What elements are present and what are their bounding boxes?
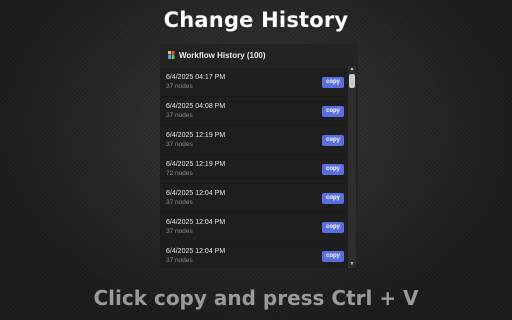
entry-date: 6/4/2025 12:04 PM bbox=[166, 219, 226, 226]
copy-button[interactable]: copy bbox=[322, 135, 344, 146]
entry-node-count: 37 nodes bbox=[166, 112, 193, 119]
entry-node-count: 72 nodes bbox=[166, 170, 193, 177]
panel-title: Workflow History (100) bbox=[179, 50, 266, 60]
history-entry: 6/4/2025 12:19 PM 37 nodes copy bbox=[160, 126, 348, 155]
panel-header: Workflow History (100) bbox=[160, 44, 358, 66]
instruction-caption: Click copy and press Ctrl + V bbox=[93, 286, 419, 310]
history-entry: 6/4/2025 12:04 PM 37 nodes copy bbox=[160, 184, 348, 213]
copy-button[interactable]: copy bbox=[322, 193, 344, 204]
entry-node-count: 37 nodes bbox=[166, 83, 193, 90]
entry-node-count: 37 nodes bbox=[166, 228, 193, 235]
entry-date: 6/4/2025 04:17 PM bbox=[166, 74, 226, 81]
entry-date: 6/4/2025 12:19 PM bbox=[166, 161, 226, 168]
entry-node-count: 37 nodes bbox=[166, 199, 193, 206]
scroll-down-arrow-icon[interactable]: ▼ bbox=[348, 261, 356, 268]
history-entry: 6/4/2025 04:17 PM 37 nodes copy bbox=[160, 68, 348, 97]
entry-node-count: 37 nodes bbox=[166, 141, 193, 148]
history-entry: 6/4/2025 12:04 PM 37 nodes copy bbox=[160, 242, 348, 268]
page-heading: Change History bbox=[163, 8, 349, 32]
entry-node-count: 37 nodes bbox=[166, 257, 193, 264]
history-entry: 6/4/2025 12:19 PM 72 nodes copy bbox=[160, 155, 348, 184]
copy-button[interactable]: copy bbox=[322, 222, 344, 233]
copy-button[interactable]: copy bbox=[322, 77, 344, 88]
entry-date: 6/4/2025 04:08 PM bbox=[166, 103, 226, 110]
copy-button[interactable]: copy bbox=[322, 106, 344, 117]
entry-date: 6/4/2025 12:04 PM bbox=[166, 190, 226, 197]
history-list: 6/4/2025 04:17 PM 37 nodes copy 6/4/2025… bbox=[160, 68, 348, 268]
history-entry: 6/4/2025 04:08 PM 37 nodes copy bbox=[160, 97, 348, 126]
workflow-history-panel: Workflow History (100) 6/4/2025 04:17 PM… bbox=[160, 44, 358, 268]
copy-button[interactable]: copy bbox=[322, 251, 344, 262]
entry-date: 6/4/2025 12:04 PM bbox=[166, 248, 226, 255]
scrollbar-thumb[interactable] bbox=[349, 74, 355, 88]
entry-date: 6/4/2025 12:19 PM bbox=[166, 132, 226, 139]
scrollbar[interactable]: ▲ ▼ bbox=[348, 66, 356, 268]
history-entry: 6/4/2025 12:04 PM 37 nodes copy bbox=[160, 213, 348, 242]
app-icon bbox=[168, 51, 175, 59]
copy-button[interactable]: copy bbox=[322, 164, 344, 175]
scroll-up-arrow-icon[interactable]: ▲ bbox=[348, 66, 356, 73]
